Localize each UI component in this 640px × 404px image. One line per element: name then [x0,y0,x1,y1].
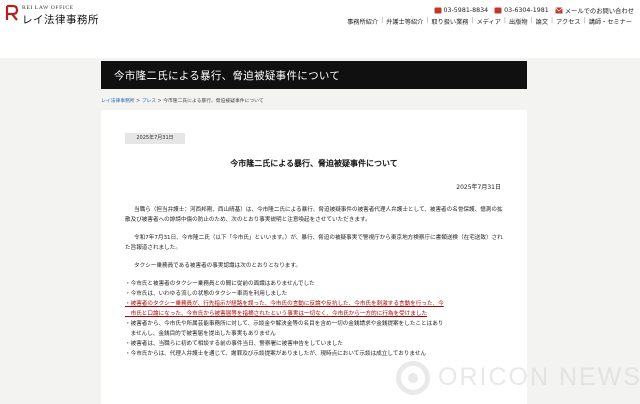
list-item: 市氏と口論になった、今市氏から被害届等を指摘されたという事実は一切なく、今市氏か… [125,311,428,317]
watermark-dot-icon [408,373,418,383]
list-item: ・今市氏と被害者のタクシー乗務員との間に従前の面識はありませんでした [125,281,315,287]
phone-number-2: 03-6304-1981 [504,6,549,14]
list-item: ・被害者のタクシー乗務員が、行先指示が経路を誤った、今市氏の言動に反論や反抗した… [125,301,444,307]
main-nav: 事務所紹介 | 弁護士等紹介 | 取り扱い業務 | メディア | 出版物 | 論文 | アク… [345,17,634,26]
nav-item-papers[interactable]: 論文 [534,17,550,26]
logo-japanese: レイ法律事務所 [22,14,99,26]
logo-mark-icon [5,4,19,21]
paragraph-report: 令和7年7月31日、今市隆二氏（以下「今市氏」といいます。）が、暴行、脅迫の被疑… [125,235,503,251]
nav-item-practice[interactable]: 取り扱い業務 [429,17,470,26]
paragraph-intro: 当職ら（担当弁護士：河西邦剛、西山晴基）は、今市隆二氏による暴行、脅迫被疑事件の… [125,207,503,223]
breadcrumb: レイ法律事務所 > プレス > 今市隆二氏による暴行、脅迫被疑事件について [101,97,264,104]
breadcrumb-separator: > [136,99,141,104]
site-header: REI LAW OFFICE レイ法律事務所 03-5981-8834 03-6… [0,0,640,58]
nav-item-publications[interactable]: 出版物 [507,17,530,26]
list-item: ・被害者から、今市氏や所属芸能事務所に対して、示談金や解決金等の名目を含め一切の… [125,321,444,327]
nav-item-seminars[interactable]: 講師・セミナー [587,17,634,26]
nav-item-about[interactable]: 事務所紹介 [345,17,380,26]
breadcrumb-home[interactable]: レイ法律事務所 [101,99,135,104]
breadcrumb-separator: > [157,99,162,104]
list-item: ・今市氏は、いわゆる流しの状態のタクシー車両を利用しました [125,291,288,297]
nav-item-lawyers[interactable]: 弁護士等紹介 [384,17,425,26]
logo-english: REI LAW OFFICE [22,5,74,11]
page-title: 今市隆二氏による暴行、脅迫被疑事件について [114,70,341,82]
phone-contact-1[interactable]: 03-5981-8834 [434,6,489,14]
phone-contact-2[interactable]: 03-6304-1981 [494,7,549,14]
watermark-text: ORICON NEWS [438,363,640,391]
phone-icon [494,7,502,13]
mail-contact[interactable]: メールでのお問い合わせ [554,6,634,15]
list-item: ませんし、金銭目的で被害届を提出した事実もありません [125,331,276,337]
nav-item-media[interactable]: メディア [475,17,503,26]
phone-icon [434,7,442,13]
article-date: 2025年7月31日 [456,184,501,191]
site-logo[interactable]: REI LAW OFFICE レイ法律事務所 [4,3,100,27]
breadcrumb-press[interactable]: プレス [142,99,156,104]
oricon-watermark: ORICON NEWS [396,358,640,398]
contact-bar: 03-5981-8834 03-6304-1981 メールでのお問い合わせ [434,5,634,15]
paragraph-facts-lead: タクシー乗務員である被害者の事実認識は次のとおりとなります。 [134,263,302,269]
facts-list: ・今市氏と被害者のタクシー乗務員との間に従前の面識はありませんでした ・今市氏は… [125,279,505,359]
mail-link-label: メールでのお問い合わせ [564,7,634,15]
breadcrumb-current: 今市隆二氏による暴行、脅迫被疑事件について [163,99,264,104]
phone-number-1: 03-5981-8834 [443,6,489,14]
article-body: 当職ら（担当弁護士：河西邦剛、西山晴基）は、今市隆二氏による暴行、脅迫被疑事件の… [125,205,505,359]
date-badge: 2025年7月31日 [125,133,185,144]
article-title: 今市隆二氏による暴行、脅迫被疑事件について [230,159,398,168]
list-item: ・被害者は、当職らに初めて相談する前の事件当日、警察署に被害申告をしていました [125,341,343,347]
page-banner: 今市隆二氏による暴行、脅迫被疑事件について [101,61,527,89]
nav-item-access[interactable]: アクセス [554,17,582,26]
mail-icon [554,7,563,13]
